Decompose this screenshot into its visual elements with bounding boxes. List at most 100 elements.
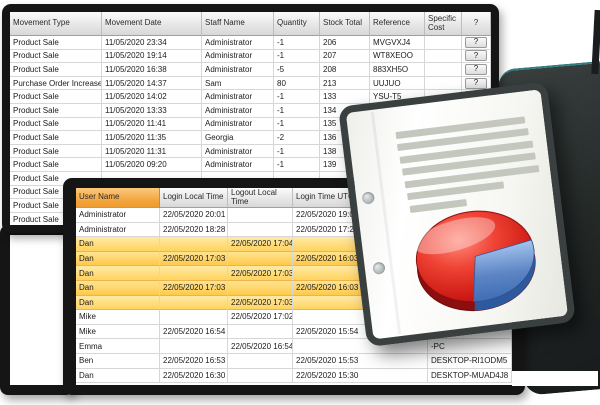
header-cell[interactable]: ? [462,12,491,36]
table-cell[interactable]: -5 [274,63,320,77]
table-cell[interactable]: Administrator [202,90,274,104]
table-cell[interactable]: Product Sale [10,90,102,104]
table-cell[interactable]: Dan [76,296,160,311]
table-cell[interactable] [228,369,293,384]
header-cell[interactable]: User Name [76,188,160,208]
table-cell[interactable]: 11/05/2020 11:41 [102,118,202,132]
table-cell[interactable]: 11/05/2020 23:34 [102,36,202,50]
table-cell[interactable]: -1 [274,90,320,104]
table-cell[interactable]: Dan [76,369,160,384]
help-button[interactable]: ? [465,78,487,89]
table-cell[interactable]: 22/05/2020 20:01 [160,208,228,223]
table-cell[interactable] [228,223,293,238]
table-cell[interactable] [160,266,228,281]
table-cell[interactable] [425,50,462,64]
table-cell[interactable]: 11/05/2020 19:14 [102,50,202,64]
table-cell[interactable]: Administrator [202,104,274,118]
table-cell[interactable]: 11/05/2020 13:33 [102,104,202,118]
header-cell[interactable]: Staff Name [202,12,274,36]
table-cell[interactable]: -1 [274,36,320,50]
table-cell[interactable]: 80 [274,77,320,91]
header-cell[interactable]: Stock Total [320,12,370,36]
table-cell[interactable] [228,281,293,296]
table-cell[interactable]: -1 [274,145,320,159]
table-cell[interactable]: 11/05/2020 11:31 [102,145,202,159]
table-cell[interactable]: Product Sale [10,131,102,145]
table-cell[interactable]: 11/05/2020 14:02 [102,90,202,104]
table-cell[interactable]: DESKTOP-MUAD4J8 [428,369,512,384]
table-cell[interactable]: 11/05/2020 09:20 [102,158,202,172]
table-cell[interactable]: 207 [320,50,370,64]
table-cell[interactable]: 22/05/2020 17:03 [228,296,293,311]
table-cell[interactable]: Product Sale [10,158,102,172]
table-cell[interactable]: 208 [320,63,370,77]
table-cell[interactable]: 883XH5O [370,63,425,77]
help-button[interactable]: ? [465,50,487,61]
table-cell[interactable]: -PC [428,339,512,354]
table-cell[interactable]: 206 [320,36,370,50]
header-cell[interactable]: Logout Local Time [228,188,293,208]
table-cell[interactable] [425,63,462,77]
table-cell[interactable] [425,77,462,91]
table-cell[interactable]: Mike [76,310,160,325]
table-cell[interactable]: 22/05/2020 17:03 [228,266,293,281]
table-cell[interactable]: Dan [76,237,160,252]
table-cell[interactable]: 22/05/2020 17:03 [160,252,228,267]
table-cell[interactable]: Product Sale [10,63,102,77]
table-cell[interactable]: Emma [76,339,160,354]
table-cell[interactable]: Administrator [202,50,274,64]
table-cell[interactable]: 11/05/2020 11:35 [102,131,202,145]
table-cell[interactable]: Dan [76,281,160,296]
table-cell[interactable]: Product Sale [10,104,102,118]
table-cell[interactable]: 22/05/2020 17:04 [228,237,293,252]
table-cell[interactable]: Purchase Order Increase [10,77,102,91]
table-cell[interactable]: DESKTOP-RI1ODM5 [428,354,512,369]
table-cell[interactable]: Administrator [76,223,160,238]
table-cell[interactable]: MVGVXJ4 [370,36,425,50]
header-cell[interactable]: Quantity [274,12,320,36]
table-cell[interactable]: Administrator [202,63,274,77]
table-cell[interactable]: Product Sale [10,50,102,64]
table-cell[interactable]: Administrator [202,118,274,132]
table-cell[interactable]: -1 [274,118,320,132]
table-cell[interactable]: -1 [274,104,320,118]
table-cell[interactable]: 22/05/2020 17:03 [160,281,228,296]
table-cell[interactable] [425,36,462,50]
table-cell[interactable]: -1 [274,50,320,64]
table-cell[interactable] [228,325,293,340]
table-cell[interactable]: 22/05/2020 15:30 [293,369,428,384]
table-cell[interactable]: Dan [76,266,160,281]
table-cell[interactable]: Product Sale [10,118,102,132]
header-cell[interactable]: Movement Type [10,12,102,36]
table-cell[interactable]: Product Sale [10,145,102,159]
table-cell[interactable] [160,237,228,252]
table-cell[interactable]: 22/05/2020 18:28 [160,223,228,238]
table-cell[interactable]: 11/05/2020 14:37 [102,77,202,91]
table-cell[interactable]: 213 [320,77,370,91]
table-cell[interactable]: Dan [76,252,160,267]
table-cell[interactable]: 133 [320,90,370,104]
table-cell[interactable]: Georgia [202,131,274,145]
help-button[interactable]: ? [465,37,487,48]
table-cell[interactable]: 22/05/2020 16:54 [228,339,293,354]
table-cell[interactable] [228,208,293,223]
table-cell[interactable]: 22/05/2020 16:30 [160,369,228,384]
table-cell[interactable]: Administrator [76,208,160,223]
table-cell[interactable]: WT8XEOO [370,50,425,64]
table-cell[interactable] [160,296,228,311]
table-cell[interactable]: 22/05/2020 16:54 [160,325,228,340]
table-cell[interactable]: Mike [76,325,160,340]
table-cell[interactable]: -2 [274,131,320,145]
header-cell[interactable]: Specific Cost [425,12,462,36]
table-cell[interactable]: Administrator [202,145,274,159]
table-cell[interactable]: 22/05/2020 15:53 [293,354,428,369]
table-cell[interactable] [160,339,228,354]
table-cell[interactable]: UUJUO [370,77,425,91]
table-cell[interactable] [160,310,228,325]
help-button[interactable]: ? [465,64,487,75]
table-cell[interactable]: -1 [274,158,320,172]
table-cell[interactable] [228,252,293,267]
table-cell[interactable]: Administrator [202,36,274,50]
header-cell[interactable]: Reference [370,12,425,36]
table-cell[interactable] [228,354,293,369]
